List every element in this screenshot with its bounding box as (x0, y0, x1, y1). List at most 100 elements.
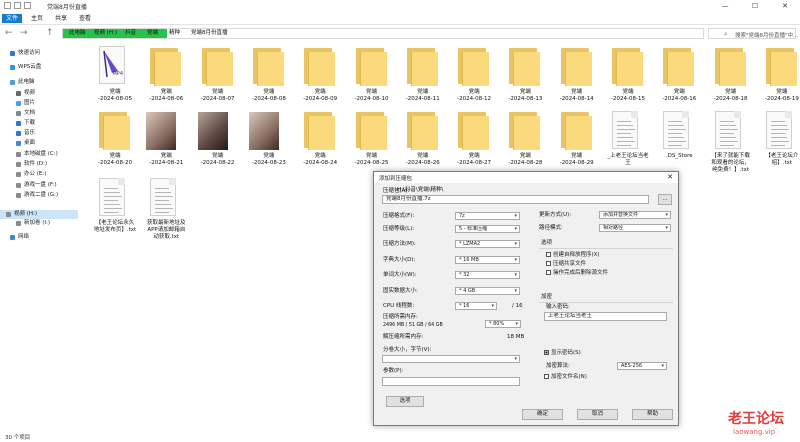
split-size-select[interactable]: ▾ (382, 355, 520, 363)
minimize-button[interactable]: — (710, 0, 740, 12)
search-placeholder: 搜索"党端8月份直播"中... (735, 33, 799, 39)
file-item[interactable]: 党端 -2024-08-23 (244, 108, 294, 178)
memory-percent-select[interactable]: * 80% ▾ (485, 320, 521, 328)
option-select[interactable]: * LZMA2 ▾ (455, 240, 520, 248)
update-mode-select[interactable]: 添加并替换文件 ▾ (599, 211, 671, 219)
file-item[interactable]: 党端 -2024-08-13 (500, 44, 550, 114)
options-button[interactable]: 选项 (386, 396, 424, 407)
file-item[interactable]: 党端 -2024-08-21 (141, 108, 191, 178)
encrypt-filenames-checkbox[interactable]: 加密文件名(N) (544, 374, 587, 381)
tab-share[interactable]: 共享 (53, 14, 69, 23)
crumb-drive-h[interactable]: 视频 (H:) (94, 30, 117, 37)
sidebar-item-label: 新加卷 (I:) (24, 220, 51, 226)
forward-icon[interactable]: → (20, 28, 28, 38)
file-item[interactable]: 党端 -2024-08-18 (706, 44, 756, 114)
file-item[interactable]: 党端 -2024-08-24 (295, 108, 345, 178)
file-item[interactable]: 【来了就能下载 和观看的论坛， 纯免费！】.txt (706, 108, 756, 178)
ok-button[interactable]: 确定 (522, 409, 563, 420)
file-item[interactable]: 党端 -2024-08-22 (193, 108, 243, 178)
tab-view[interactable]: 查看 (77, 14, 93, 23)
file-item[interactable]: 党端 -2024-08-19 (757, 44, 800, 114)
sidebar-item[interactable]: 下载 (0, 119, 78, 128)
address-bar[interactable]: 此电脑 视频 (H:) 抖音 党端 精种 党端8月份直播 (62, 28, 704, 39)
file-item[interactable]: 【老王论坛介 绍】.txt (757, 108, 800, 178)
file-item[interactable]: 党端 -2024-08-16 (654, 44, 704, 114)
sidebar-item[interactable]: 新加卷 (I:) (0, 219, 78, 228)
option-select[interactable]: * 32 ▾ (455, 271, 520, 279)
crumb-current[interactable]: 党端8月份直播 (191, 30, 228, 37)
file-item[interactable]: 党端 -2024-08-28 (500, 108, 550, 178)
file-item[interactable]: .DS_Store (654, 108, 704, 178)
close-button[interactable]: ✕ (770, 0, 800, 12)
sidebar-item[interactable]: 音乐 (0, 129, 78, 138)
browse-button[interactable]: ... (658, 194, 672, 205)
crumb-this-pc[interactable]: 此电脑 (69, 30, 86, 37)
option-checkbox[interactable]: 创建自释放程序(X) (546, 252, 600, 259)
help-button[interactable]: 帮助 (632, 409, 673, 420)
file-item[interactable]: 获取最新地址及 APP请加邮箱自 动获取.txt (141, 175, 191, 245)
sidebar-item-label: 快速访问 (18, 50, 41, 56)
file-item[interactable]: _上老王论坛当老 王 (603, 108, 653, 178)
chevron-down-icon: ▾ (515, 321, 518, 327)
file-item[interactable]: 党端 -2024-08-06 (141, 44, 191, 114)
sidebar-item[interactable]: 文档 (0, 109, 78, 118)
sidebar-item[interactable]: 本地磁盘 (C:) (0, 150, 78, 159)
file-item[interactable]: 党端 -2024-08-14 (552, 44, 602, 114)
sidebar-item[interactable]: 视频 (0, 89, 78, 98)
file-item[interactable]: 党端 -2024-08-27 (449, 108, 499, 178)
dialog-close-icon[interactable]: ✕ (667, 173, 673, 181)
file-item[interactable]: 党端 -2024-08-09 (295, 44, 345, 114)
sidebar-item[interactable]: 桌面 (0, 139, 78, 148)
sidebar-item[interactable]: 图片 (0, 99, 78, 108)
encryption-method-select[interactable]: AES-256 ▾ (617, 362, 667, 370)
sidebar-item[interactable]: 视频 (H:) (0, 210, 78, 219)
parameters-input[interactable] (382, 377, 520, 386)
option-select[interactable]: * 4 GB ▾ (455, 287, 520, 295)
sidebar-item[interactable]: 软件 (D:) (0, 160, 78, 169)
file-item[interactable]: 党端 -2024-08-07 (193, 44, 243, 114)
option-select[interactable]: * 16 ▾ (455, 302, 497, 310)
back-icon[interactable]: ← (5, 28, 13, 38)
crumb-dangduan[interactable]: 党端 (147, 30, 158, 37)
crumb-douyin[interactable]: 抖音 (125, 30, 136, 37)
path-mode-select[interactable]: 相对路径 ▾ (599, 224, 671, 232)
up-icon[interactable]: ↑ (46, 28, 54, 38)
sidebar-item-label: 音乐 (24, 130, 36, 136)
file-item[interactable]: 党端 -2024-08-08 (244, 44, 294, 114)
sidebar-item[interactable]: 快速访问 (0, 49, 78, 58)
sidebar-item[interactable]: 网络 (0, 233, 78, 242)
option-select[interactable]: 5 - 标准压缩 ▾ (455, 225, 520, 233)
file-item[interactable]: 党端 -2024-08-25 (347, 108, 397, 178)
file-item[interactable]: 党端 -2024-08-20 (90, 108, 140, 178)
password-input[interactable]: 上老王论坛当老王 (544, 312, 667, 321)
option-checkbox[interactable]: 操作完成后删除源文件 (546, 270, 608, 277)
sidebar-item[interactable]: WPS云盘 (0, 63, 78, 72)
file-item[interactable]: 党端 -2024-08-26 (398, 108, 448, 178)
new-folder-icon[interactable] (24, 2, 31, 9)
sidebar-item[interactable]: 游戏一盘 (F:) (0, 181, 78, 190)
maximize-button[interactable]: ☐ (740, 0, 770, 12)
properties-icon[interactable] (14, 2, 21, 9)
option-checkbox[interactable]: 压缩共享文件 (546, 261, 586, 268)
file-item[interactable]: MP4 党端 -2024-08-05 (90, 44, 140, 114)
archive-name-input[interactable]: 党端8月份直播.7z (382, 195, 649, 204)
file-item[interactable]: 党端 -2024-08-10 (347, 44, 397, 114)
item-count: 30 个项目 (5, 435, 31, 441)
file-item[interactable]: 党端 -2024-08-11 (398, 44, 448, 114)
sidebar-item[interactable]: 办公 (E:) (0, 170, 78, 179)
file-item[interactable]: 【老王论坛永久 地址发布页】.txt (90, 175, 140, 245)
sidebar-item[interactable]: 游戏二盘 (G:) (0, 191, 78, 200)
option-select[interactable]: 7z ▾ (455, 212, 520, 220)
file-item[interactable]: 党端 -2024-08-12 (449, 44, 499, 114)
search-box[interactable]: ⌕ 搜索"党端8月份直播"中... (708, 28, 799, 39)
sidebar-item[interactable]: 此电脑 (0, 78, 78, 87)
tab-home[interactable]: 主页 (29, 14, 45, 23)
file-item[interactable]: 党端 -2024-08-15 (603, 44, 653, 114)
cancel-button[interactable]: 取消 (577, 409, 618, 420)
file-item[interactable]: 党端 -2024-08-29 (552, 108, 602, 178)
tab-file[interactable]: 文件 (2, 14, 22, 23)
show-password-checkbox[interactable]: 显示密码(S) (544, 350, 581, 357)
crumb-jingzhong[interactable]: 精种 (169, 30, 180, 37)
chevron-down-icon: ▾ (514, 257, 517, 263)
option-select[interactable]: * 16 MB ▾ (455, 256, 520, 264)
